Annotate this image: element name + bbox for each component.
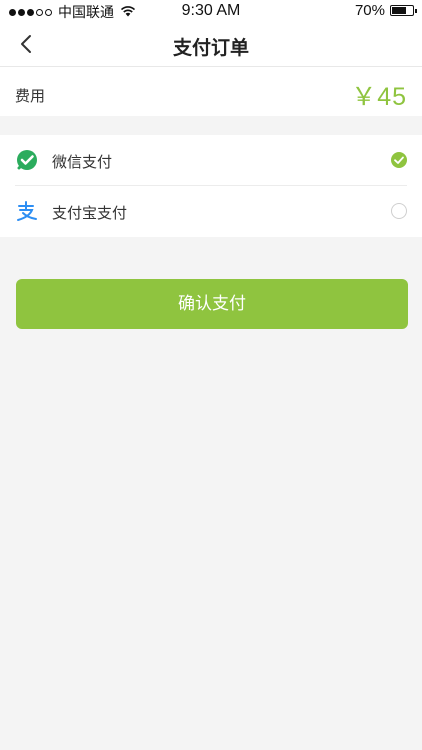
battery-percentage: 70% [354, 2, 385, 19]
fee-label: 费用 [15, 88, 46, 105]
wechat-pay-icon [17, 150, 37, 170]
page-title: 支付订单 [172, 38, 249, 59]
fee-amount: ￥45 [351, 83, 407, 111]
status-right: 70% [354, 2, 417, 19]
payment-option-label: 微信支付 [52, 154, 113, 171]
fee-row: 费用 ￥45 [0, 67, 422, 116]
unselected-radio-icon[interactable] [391, 203, 407, 219]
alipay-icon [17, 201, 37, 221]
payment-methods-list: 微信支付 支付宝支付 [0, 135, 422, 237]
battery-icon [390, 5, 417, 16]
status-bar: 中国联通 9:30 AM 70% [0, 0, 422, 22]
confirm-payment-button[interactable]: 确认支付 [16, 279, 408, 329]
navigation-bar: 支付订单 [0, 22, 422, 67]
payment-option-label: 支付宝支付 [52, 205, 128, 222]
payment-option-wechat[interactable]: 微信支付 [0, 135, 422, 186]
selected-check-icon[interactable] [391, 152, 407, 168]
payment-option-alipay[interactable]: 支付宝支付 [0, 186, 422, 236]
